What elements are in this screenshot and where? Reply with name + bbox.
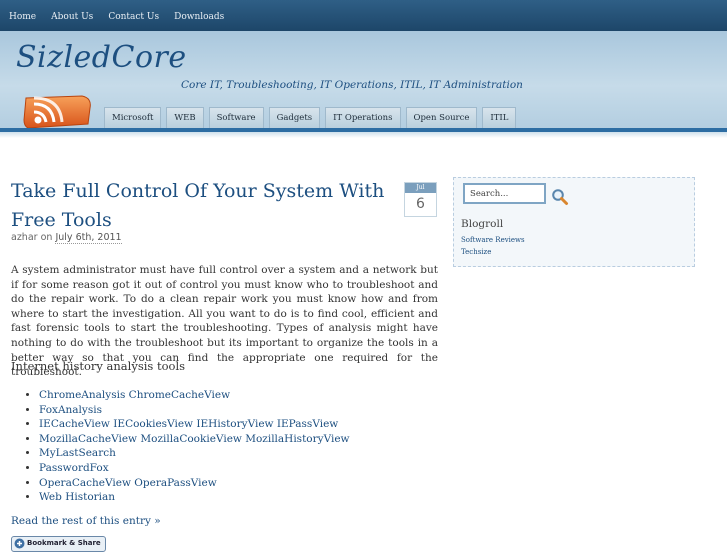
list-item: ChromeAnalysis ChromeCacheView (39, 388, 350, 403)
date-badge-month: Jul (405, 183, 436, 193)
list-item: Web Historian (39, 490, 350, 505)
blogroll-title: Blogroll (461, 218, 504, 230)
category-web[interactable]: WEB (166, 107, 204, 129)
category-software[interactable]: Software (208, 107, 264, 129)
list-item: IECacheView IECookiesView IEHistoryView … (39, 417, 350, 432)
category-open-source[interactable]: Open Source (405, 107, 478, 129)
tool-link[interactable]: Web Historian (39, 491, 115, 503)
tool-link[interactable]: ChromeAnalysis ChromeCacheView (39, 389, 230, 401)
nav-about-us[interactable]: About Us (51, 12, 93, 22)
nav-home[interactable]: Home (9, 12, 36, 22)
list-item: PasswordFox (39, 461, 350, 476)
blogroll-link-techsize[interactable]: Techsize (461, 246, 525, 258)
tool-link[interactable]: IECacheView IECookiesView IEHistoryView … (39, 418, 338, 430)
post-meta: azhar on July 6th, 2011 (11, 232, 122, 244)
site-tagline: Core IT, Troubleshooting, IT Operations,… (181, 79, 523, 91)
list-item: MyLastSearch (39, 446, 350, 461)
tool-link[interactable]: MozillaCacheView MozillaCookieView Mozil… (39, 433, 350, 445)
tool-link[interactable]: MyLastSearch (39, 447, 116, 459)
post-subheading: Internet history analysis tools (11, 359, 186, 373)
list-item: MozillaCacheView MozillaCookieView Mozil… (39, 432, 350, 447)
blogroll-link-software-reviews[interactable]: Software Reviews (461, 234, 525, 246)
bookmark-share-button[interactable]: Bookmark & Share (11, 536, 106, 552)
tools-list: ChromeAnalysis ChromeCacheView FoxAnalys… (11, 388, 350, 505)
tool-link[interactable]: OperaCacheView OperaPassView (39, 477, 217, 489)
list-item: FoxAnalysis (39, 403, 350, 418)
search-input[interactable] (463, 183, 546, 204)
post-date: July 6th, 2011 (55, 232, 122, 244)
date-badge-day: 6 (416, 196, 425, 212)
header-shadow (0, 132, 727, 138)
magnifier-icon[interactable] (551, 188, 569, 206)
top-navigation: Home About Us Contact Us Downloads (9, 12, 239, 22)
date-badge: Jul 6 (404, 182, 437, 217)
tool-link[interactable]: PasswordFox (39, 462, 109, 474)
nav-downloads[interactable]: Downloads (174, 12, 224, 22)
list-item: OperaCacheView OperaPassView (39, 476, 350, 491)
post-author: azhar (11, 232, 38, 243)
blogroll-links: Software Reviews Techsize (461, 234, 525, 258)
nav-contact-us[interactable]: Contact Us (108, 12, 159, 22)
post-meta-on: on (40, 232, 53, 243)
rss-feed-icon[interactable] (22, 94, 94, 130)
category-navigation: Microsoft WEB Software Gadgets IT Operat… (104, 107, 521, 129)
bookmark-label: Bookmark & Share (27, 539, 101, 547)
post-title[interactable]: Take Full Control Of Your System With Fr… (11, 177, 396, 235)
tool-link[interactable]: FoxAnalysis (39, 404, 102, 416)
share-icon (14, 538, 25, 549)
category-microsoft[interactable]: Microsoft (104, 107, 162, 129)
read-more-link[interactable]: Read the rest of this entry » (11, 515, 161, 527)
category-it-operations[interactable]: IT Operations (325, 107, 401, 129)
site-title[interactable]: SizledCore (16, 40, 187, 75)
category-gadgets[interactable]: Gadgets (268, 107, 321, 129)
category-itil[interactable]: ITIL (482, 107, 517, 129)
